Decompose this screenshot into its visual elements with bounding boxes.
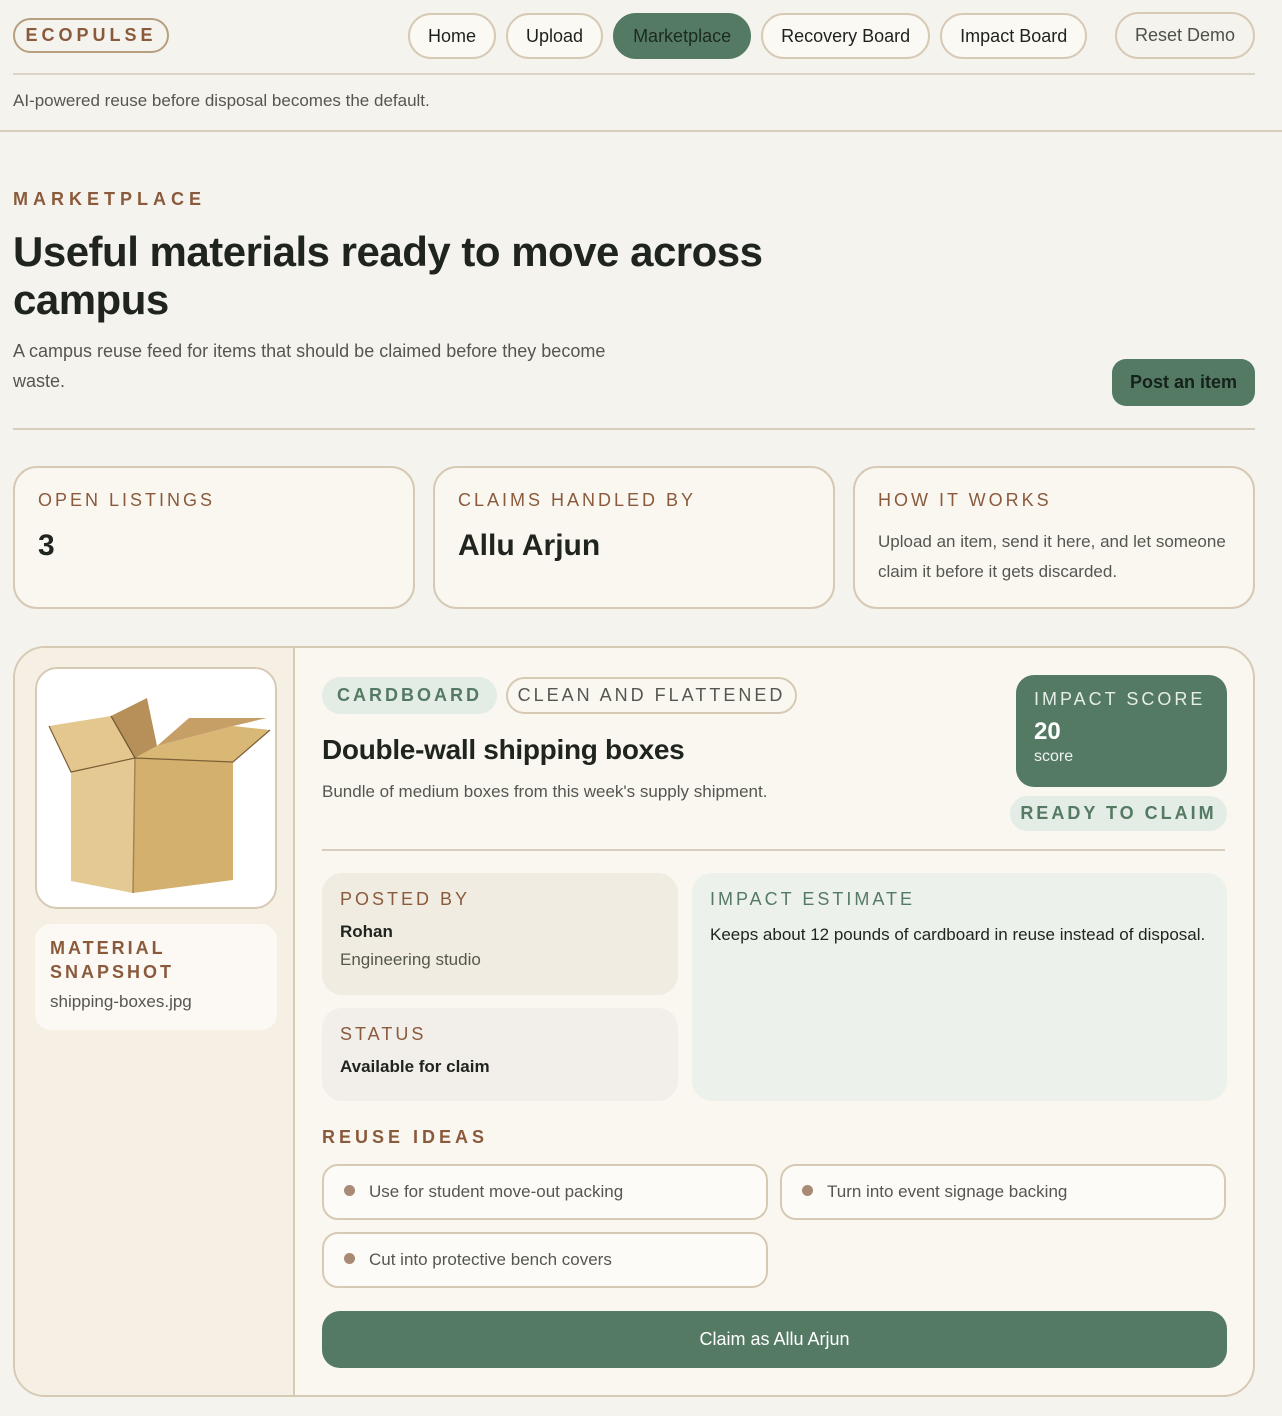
page-subtitle: A campus reuse feed for items that shoul… xyxy=(13,341,606,391)
top-navigation-bar: ECOPULSE Home Upload Marketplace Recover… xyxy=(13,0,1255,75)
listing-title: Double-wall shipping boxes xyxy=(322,734,685,765)
bullet-dot-icon xyxy=(344,1184,355,1196)
reuse-idea-text: Use for student move-out packing xyxy=(369,1182,624,1201)
main-nav: Home Upload Marketplace Recovery Board I… xyxy=(408,13,1088,59)
cardboard-box-photo-icon xyxy=(48,698,271,894)
nav-impact-board-button[interactable]: Impact Board xyxy=(940,13,1088,59)
reset-demo-button[interactable]: Reset Demo xyxy=(1115,12,1255,59)
status-value: Available for claim xyxy=(340,1057,490,1076)
nav-recovery-board-button[interactable]: Recovery Board xyxy=(761,13,931,59)
impact-score-label: IMPACT SCORE xyxy=(1034,689,1206,709)
condition-tag: CLEAN AND FLATTENED xyxy=(506,677,797,714)
how-it-works-card: HOW IT WORKS Upload an item, send it her… xyxy=(853,466,1255,609)
listing-divider xyxy=(322,849,1225,851)
reuse-idea-item: Use for student move-out packing xyxy=(322,1164,768,1220)
nav-upload-button[interactable]: Upload xyxy=(506,13,604,59)
page-title: Useful materials ready to move across ca… xyxy=(13,228,763,323)
brand-logo[interactable]: ECOPULSE xyxy=(13,18,169,53)
bullet-dot-icon xyxy=(344,1252,355,1264)
how-it-works-label: HOW IT WORKS xyxy=(878,490,1052,510)
posted-by-panel: POSTED BY Rohan Engineering studio xyxy=(322,873,678,995)
impact-score-value: 20 xyxy=(1034,718,1061,745)
nav-marketplace-button[interactable]: Marketplace xyxy=(613,13,752,59)
section-eyebrow: MARKETPLACE xyxy=(13,189,206,209)
poster-name: Rohan xyxy=(340,922,393,941)
impact-estimate-panel: IMPACT ESTIMATE Keeps about 12 pounds of… xyxy=(692,873,1227,1101)
poster-organization: Engineering studio xyxy=(340,950,481,969)
reuse-idea-item: Cut into protective bench covers xyxy=(322,1232,768,1288)
reuse-idea-text: Cut into protective bench covers xyxy=(369,1250,612,1269)
status-badge: READY TO CLAIM xyxy=(1010,796,1227,831)
material-photo[interactable] xyxy=(35,667,277,909)
material-tag: CARDBOARD xyxy=(322,677,497,714)
post-item-button[interactable]: Post an item xyxy=(1112,359,1255,406)
status-panel: STATUS Available for claim xyxy=(322,1008,678,1101)
open-listings-value: 3 xyxy=(38,529,55,562)
how-it-works-text: Upload an item, send it here, and let so… xyxy=(878,532,1226,581)
posted-by-label: POSTED BY xyxy=(340,889,471,909)
listing-card: MATERIAL SNAPSHOT shipping-boxes.jpg CAR… xyxy=(13,646,1255,1397)
reuse-idea-item: Turn into event signage backing xyxy=(780,1164,1226,1220)
impact-estimate-label: IMPACT ESTIMATE xyxy=(710,889,916,909)
header-divider xyxy=(0,130,1282,132)
claims-handler-value: Allu Arjun xyxy=(458,529,601,562)
hero-divider xyxy=(13,428,1255,430)
snapshot-filename: shipping-boxes.jpg xyxy=(50,992,192,1011)
reuse-idea-text: Turn into event signage backing xyxy=(827,1182,1068,1201)
bullet-dot-icon xyxy=(802,1184,813,1196)
tagline: AI-powered reuse before disposal becomes… xyxy=(13,91,430,110)
claims-handler-card: CLAIMS HANDLED BY Allu Arjun xyxy=(433,466,835,609)
claims-handler-label: CLAIMS HANDLED BY xyxy=(458,490,697,510)
reuse-ideas-label: REUSE IDEAS xyxy=(322,1127,489,1147)
material-snapshot-label: MATERIAL SNAPSHOT xyxy=(50,938,175,982)
status-label: STATUS xyxy=(340,1024,427,1044)
listing-description: Bundle of medium boxes from this week's … xyxy=(322,782,768,801)
nav-home-button[interactable]: Home xyxy=(408,13,497,59)
open-listings-label: OPEN LISTINGS xyxy=(38,490,216,510)
impact-estimate-text: Keeps about 12 pounds of cardboard in re… xyxy=(710,925,1206,944)
open-listings-card: OPEN LISTINGS 3 xyxy=(13,466,415,609)
claim-button[interactable]: Claim as Allu Arjun xyxy=(322,1311,1227,1368)
listing-media-panel: MATERIAL SNAPSHOT shipping-boxes.jpg xyxy=(15,648,295,1395)
material-snapshot: MATERIAL SNAPSHOT shipping-boxes.jpg xyxy=(35,924,277,1030)
impact-score-unit: score xyxy=(1034,748,1074,765)
impact-score-badge: IMPACT SCORE 20 score xyxy=(1016,675,1227,787)
